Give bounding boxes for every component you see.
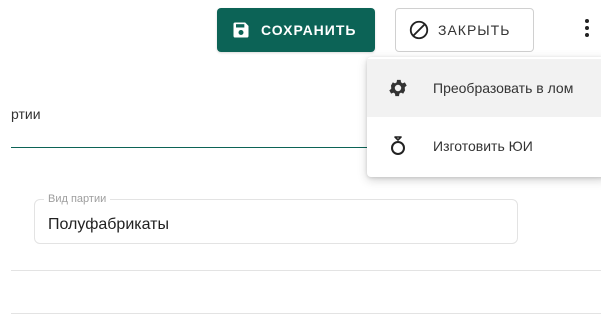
block-icon xyxy=(408,19,430,41)
menu-item-label: Изготовить ЮИ xyxy=(433,138,533,154)
batch-type-value: Полуфабрикаты xyxy=(48,216,169,233)
batch-type-label: Вид партии xyxy=(44,192,111,206)
save-button[interactable]: СОХРАНИТЬ xyxy=(217,8,375,52)
menu-item-convert-to-scrap[interactable]: Преобразовать в лом xyxy=(367,59,601,117)
floppy-disk-icon xyxy=(231,20,251,40)
divider xyxy=(11,313,601,314)
divider xyxy=(11,270,601,271)
close-button-label: ЗАКРЫТЬ xyxy=(438,22,511,38)
menu-item-make-jewelry[interactable]: Изготовить ЮИ xyxy=(367,117,601,175)
menu-item-label: Преобразовать в лом xyxy=(433,80,574,96)
batch-field-underline[interactable] xyxy=(11,147,371,148)
gear-icon xyxy=(387,77,409,99)
more-options-button[interactable] xyxy=(575,14,599,46)
actions-menu: Преобразовать в лом Изготовить ЮИ xyxy=(367,57,601,177)
close-button[interactable]: ЗАКРЫТЬ xyxy=(395,8,534,52)
save-button-label: СОХРАНИТЬ xyxy=(261,22,357,38)
batch-field-label: ртии xyxy=(11,106,41,122)
app-root: СОХРАНИТЬ ЗАКРЫТЬ ртии Вид партии Полуфа… xyxy=(0,0,601,315)
ring-icon xyxy=(387,135,409,157)
batch-type-field[interactable]: Вид партии Полуфабрикаты xyxy=(34,192,518,244)
more-vert-icon xyxy=(584,18,590,43)
